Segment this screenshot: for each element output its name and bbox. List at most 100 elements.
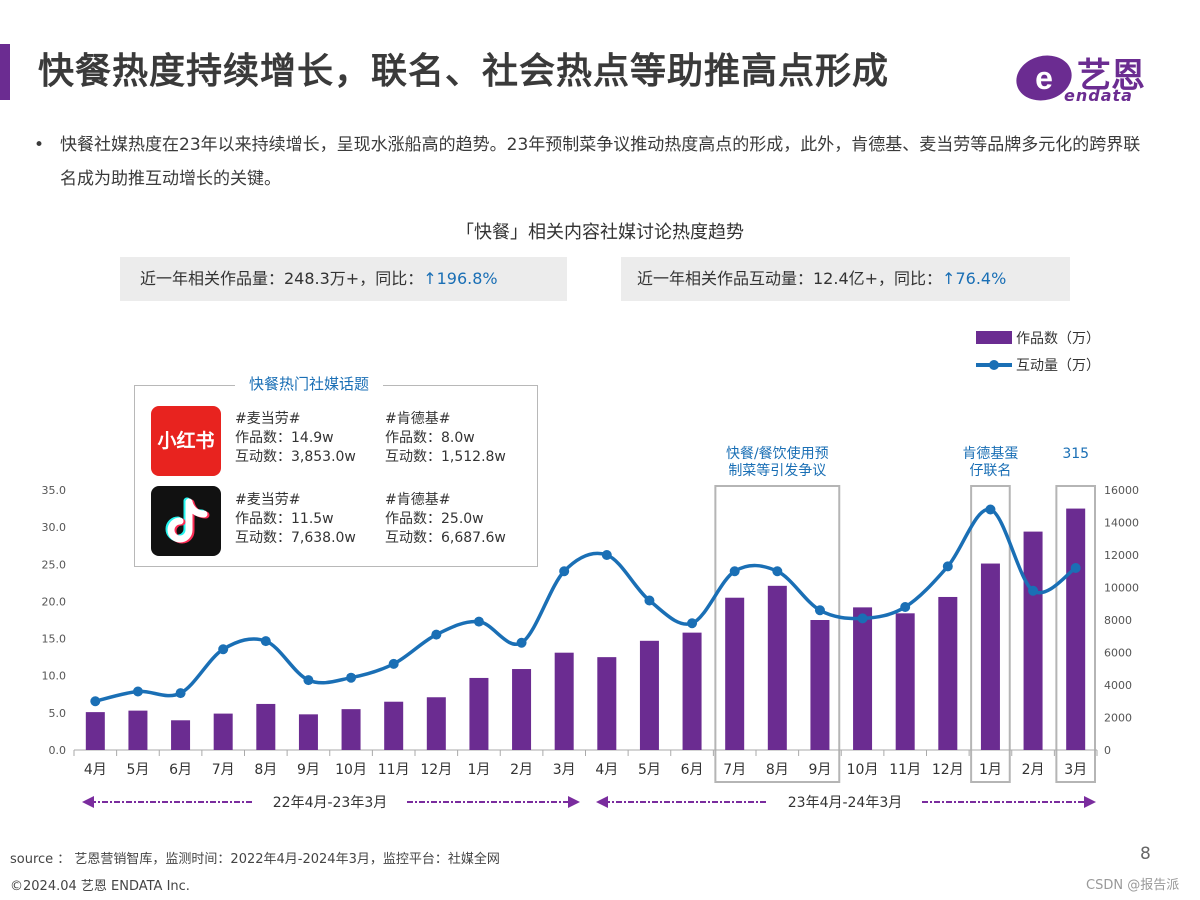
watermark: CSDN @报告派 [1086,878,1180,893]
line-point-7月 [218,644,229,655]
bar-works-5月 [639,640,659,750]
bar-works-1月 [980,563,1000,750]
x-axis-tick-label: 11月 [378,762,410,778]
right-axis-tick-label: 4000 [1104,679,1132,692]
line-point-9月 [303,675,314,686]
x-axis-tick-label: 1月 [979,762,1002,778]
page-number: 8 [1140,844,1151,864]
left-axis-tick-label: 10.0 [42,670,67,683]
x-axis-tick-label: 8月 [254,762,277,778]
x-axis-tick-label: 4月 [595,762,618,778]
bar-works-2月 [512,669,532,750]
topic-interactions: 互动数：7,638.0w [235,530,356,546]
x-axis-tick-label: 6月 [169,762,192,778]
bar-works-9月 [810,620,830,750]
line-point-3月 [559,566,570,577]
period-arrow-head-right-1 [1084,796,1096,808]
topic-works: 作品数：11.5w [235,511,334,527]
annotation-text: 315 [1062,446,1089,462]
legend-line-marker [989,360,999,370]
topic-works: 作品数：8.0w [385,430,475,446]
x-axis-tick-label: 7月 [723,762,746,778]
line-point-5月 [132,686,143,697]
period-label-1: 23年4月-24年3月 [788,795,903,811]
legend-bar-swatch [976,331,1012,344]
douyin-note-icon [165,497,210,544]
line-point-9月 [814,605,825,616]
line-point-7月 [729,566,740,577]
bar-works-8月 [767,585,787,750]
bar-works-6月 [171,720,191,750]
left-axis-tick-label: 25.0 [42,558,67,571]
right-axis-tick-label: 12000 [1104,549,1139,562]
legend-bar-label: 作品数（万） [1016,331,1100,347]
topic-tag: #肯德基# [385,411,451,427]
topic-interactions: 互动数：1,512.8w [385,449,506,465]
annotation-text: 快餐/餐饮使用预 [726,445,829,462]
x-axis-tick-label: 2月 [510,762,533,778]
bar-works-3月 [1066,508,1086,750]
x-axis-tick-label: 10月 [847,762,879,778]
left-axis-tick-label: 30.0 [42,521,67,534]
copyright: ©2024.04 艺恩 ENDATA Inc. [10,879,190,894]
line-point-10月 [857,613,868,624]
x-axis-tick-label: 6月 [681,762,704,778]
x-axis-tick-label: 9月 [297,762,320,778]
bar-works-11月 [895,613,915,750]
hot-topics-box: 快餐热门社媒话题 小红书 #麦当劳# 作品数：14.9w 互动数：3,853.0… [134,373,538,567]
legend-line-label: 互动量（万） [1016,358,1100,374]
line-point-1月 [985,504,996,515]
right-axis-tick-label: 16000 [1104,484,1139,497]
topic-tag: #麦当劳# [235,411,301,427]
x-axis-tick-label: 3月 [553,762,576,778]
line-point-8月 [772,566,783,577]
line-point-4月 [601,550,612,560]
xiaohongshu-icon: 小红书 [151,406,221,476]
source-note: source ： 艺恩营销智库，监测时间：2022年4月-2024年3月，监控平… [10,852,500,867]
bar-works-7月 [725,597,745,750]
line-point-11月 [900,602,911,612]
x-axis-tick-label: 9月 [808,762,831,778]
right-axis-tick-label: 0 [1104,744,1111,757]
x-axis-tick-label: 7月 [212,762,235,778]
line-point-4月 [90,696,101,707]
bar-works-12月 [938,596,958,750]
bar-works-9月 [298,714,318,750]
bar-works-12月 [426,697,446,750]
period-label-0: 22年4月-23年3月 [273,795,388,811]
bar-works-4月 [85,712,105,750]
topic-interactions: 互动数：3,853.0w [235,449,356,465]
annotation-text: 制菜等引发争议 [728,462,826,479]
period-arrow-head-left-1 [596,796,608,808]
x-axis-tick-label: 3月 [1064,762,1087,778]
line-point-6月 [687,618,698,629]
topic-tag: #麦当劳# [235,492,301,508]
douyin-topic-mcdonalds: #麦当劳# 作品数：11.5w 互动数：7,638.0w [235,491,356,548]
line-point-11月 [388,658,399,669]
x-axis-tick-label: 5月 [126,762,149,778]
right-axis-tick-label: 2000 [1104,712,1132,725]
x-axis-tick-label: 12月 [932,762,964,778]
topic-tag: #肯德基# [385,492,451,508]
douyin-topic-kfc: #肯德基# 作品数：25.0w 互动数：6,687.6w [385,491,506,548]
left-axis-tick-label: 0.0 [49,744,67,757]
line-point-1月 [473,616,484,627]
line-point-10月 [346,672,357,683]
line-point-12月 [431,629,442,640]
annotation-text: 肯德基蛋 [962,445,1018,462]
x-axis-tick-label: 5月 [638,762,661,778]
right-axis-tick-label: 14000 [1104,517,1139,530]
annotation-text: 仔联名 [969,463,1011,479]
x-axis-tick-label: 12月 [420,762,452,778]
left-axis-tick-label: 35.0 [42,484,67,497]
topic-interactions: 互动数：6,687.6w [385,530,506,546]
left-axis-tick-label: 20.0 [42,595,67,608]
line-point-6月 [175,688,186,699]
topic-works: 作品数：25.0w [385,511,484,527]
right-axis-tick-label: 6000 [1104,647,1132,660]
douyin-icon [151,486,221,556]
x-axis-tick-label: 10月 [335,762,367,778]
bar-works-5月 [128,710,148,750]
xhs-topic-mcdonalds: #麦当劳# 作品数：14.9w 互动数：3,853.0w [235,410,356,467]
period-arrow-head-right-0 [568,796,580,808]
